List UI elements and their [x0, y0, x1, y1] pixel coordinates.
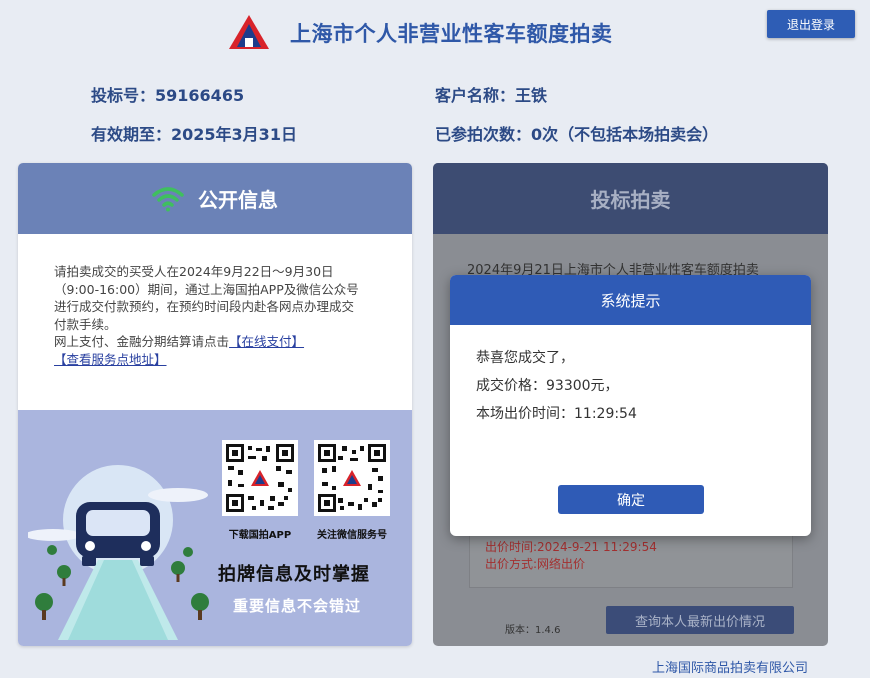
logout-button[interactable]: 退出登录	[767, 10, 855, 38]
bidding-title: 投标拍卖	[590, 188, 671, 212]
qr-wechat-box: 关注微信服务号	[312, 440, 392, 541]
notice-line: （9:00-16:00）期间，通过上海国拍APP及微信公众号	[54, 281, 359, 297]
bid-number-value: 59166465	[155, 86, 245, 105]
page-header: 上海市个人非营业性客车额度拍卖 退出登录	[0, 0, 870, 66]
valid-until: 有效期至：2025年3月31日	[91, 121, 297, 145]
system-prompt-dialog: 系统提示 恭喜您成交了， 成交价格：93300元， 本场出价时间：11:29:5…	[450, 275, 811, 536]
notice-line: 付款手续。	[54, 316, 117, 332]
valid-until-label: 有效期至：	[91, 125, 172, 144]
customer-name-label: 客户名称：	[435, 86, 516, 105]
auction-logo-icon	[229, 15, 269, 49]
dialog-time-line: 本场出价时间：11:29:54	[476, 406, 637, 422]
qr-code-app-icon[interactable]	[222, 440, 298, 516]
qr-app-box: 下载国拍APP	[220, 440, 300, 541]
online-pay-link[interactable]: 【在线支付】	[229, 334, 304, 349]
promo-banner: 下载国拍APP 关注微信服务号 拍牌信息及时掌握 重要信息不会错过	[18, 410, 412, 646]
footer-company: 上海国际商品拍卖有限公司	[652, 661, 809, 676]
online-pay-prefix: 网上支付、金融分期结算请点击	[54, 334, 230, 349]
online-pay-line: 网上支付、金融分期结算请点击【在线支付】	[54, 333, 384, 351]
qr-code-wechat-icon[interactable]	[314, 440, 390, 516]
service-address-link[interactable]: 【查看服务点地址】	[54, 352, 167, 367]
bid-number: 投标号：59166465	[91, 82, 244, 106]
customer-name-value: 王铁	[515, 86, 548, 105]
bidding-header: 投标拍卖	[433, 163, 828, 234]
notice-line: 进行成交付款预约，在预约时间段内赴各网点办理成交	[54, 299, 355, 314]
dialog-message-line1: 恭喜您成交了，	[476, 350, 574, 366]
public-info-panel: 公开信息 请拍卖成交的买受人在2024年9月22日～9月30日 （9:00-16…	[18, 163, 412, 646]
participated-label: 已参拍次数：	[435, 125, 532, 144]
valid-until-value: 2025年3月31日	[171, 125, 297, 144]
dialog-title: 系统提示	[450, 275, 811, 325]
version-label: 版本：1.4.6	[505, 625, 561, 636]
qr-app-caption: 下载国拍APP	[228, 530, 292, 541]
public-info-title: 公开信息	[198, 188, 278, 212]
car-road-illustration	[28, 465, 209, 640]
public-info-header: 公开信息	[18, 163, 412, 234]
bid-method: 出价方式:网络出价	[485, 557, 586, 571]
wifi-icon	[152, 186, 184, 211]
bid-time: 出价时间:2024-9-21 11:29:54	[485, 540, 657, 554]
customer-name: 客户名称：王铁	[435, 82, 547, 106]
confirm-button[interactable]: 确定	[558, 485, 704, 514]
notice-line: 请拍卖成交的买受人在2024年9月22日～9月30日	[54, 264, 334, 279]
promo-headline: 拍牌信息及时掌握	[218, 564, 370, 585]
site-title: 上海市个人非营业性客车额度拍卖	[290, 22, 613, 46]
participated-value: 0次（不包括本场拍卖会）	[531, 125, 719, 144]
query-latest-bid-button[interactable]: 查询本人最新出价情况	[606, 606, 794, 634]
participated-count: 已参拍次数：0次（不包括本场拍卖会）	[435, 121, 718, 145]
promo-subline: 重要信息不会错过	[233, 597, 362, 615]
payment-notice: 请拍卖成交的买受人在2024年9月22日～9月30日 （9:00-16:00）期…	[54, 263, 384, 368]
dialog-price-line: 成交价格：93300元，	[476, 378, 619, 394]
qr-wechat-caption: 关注微信服务号	[317, 530, 387, 541]
bid-number-label: 投标号：	[91, 86, 156, 105]
